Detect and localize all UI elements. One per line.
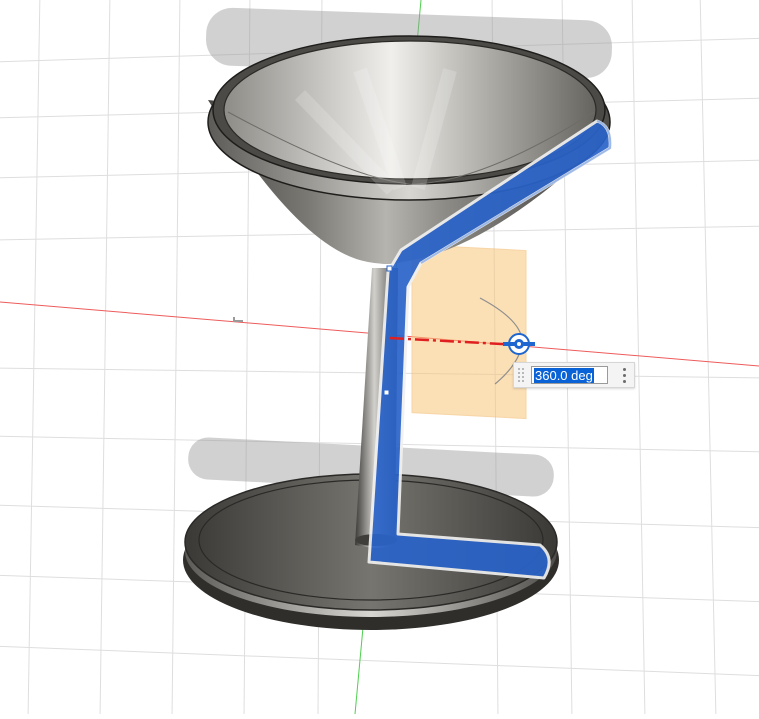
angle-input-value[interactable]: 360.0 deg [534, 368, 594, 383]
more-vertical-icon[interactable] [616, 365, 632, 385]
sketch-plane [411, 244, 527, 420]
angle-input[interactable]: 360.0 deg [531, 366, 608, 384]
origin-marker-icon [233, 317, 243, 322]
drag-grip-icon[interactable] [514, 363, 530, 387]
3d-viewport[interactable] [0, 0, 759, 719]
viewport-canvas[interactable] [0, 0, 759, 719]
revolve-angle-control[interactable]: 360.0 deg [513, 362, 635, 388]
